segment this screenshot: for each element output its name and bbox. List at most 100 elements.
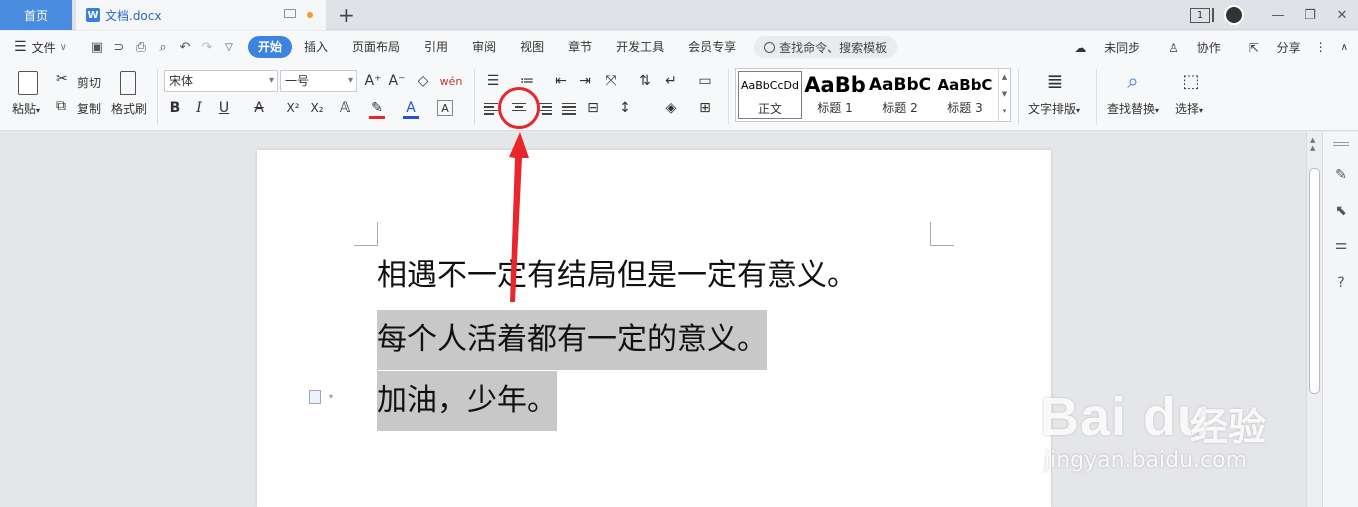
customize-icon[interactable]: ▽ <box>218 37 240 57</box>
bold-button[interactable]: B <box>164 97 186 119</box>
sync-status-button[interactable]: ☁ 未同步 <box>1060 39 1140 56</box>
find-replace-button[interactable]: 查找替换▾ <box>1107 100 1159 117</box>
output-icon[interactable]: ⊃ <box>108 37 130 57</box>
window-controls: 1 — ❐ ✕ <box>1190 0 1358 30</box>
subscript-button[interactable]: X₂ <box>306 97 328 119</box>
paragraph-line-3-selected[interactable]: 加油，少年。 <box>377 371 557 431</box>
style-normal[interactable]: AaBbCcDd 正文 <box>738 71 802 119</box>
redo-icon[interactable]: ↷ <box>196 37 218 57</box>
cursor-icon[interactable]: ⬉ <box>1332 202 1350 220</box>
menu-right-actions: ☁ 未同步 ♙ 协作 ⇱ 分享 ⋮ ∧ <box>1046 31 1348 63</box>
save-icon[interactable]: ▣ <box>86 37 108 57</box>
print-icon[interactable]: ⎙ <box>130 37 152 57</box>
italic-button[interactable]: I <box>188 97 210 119</box>
help-icon[interactable]: ? <box>1332 274 1350 292</box>
sliders-icon[interactable]: ⚌ <box>1332 236 1350 254</box>
text-layout-icon[interactable]: ≣ <box>1044 69 1066 93</box>
scrollbar-thumb[interactable] <box>1309 168 1320 394</box>
shading-icon[interactable]: ◈ <box>660 97 682 119</box>
font-name-select[interactable]: 宋体 <box>164 70 278 92</box>
cut-button[interactable]: 剪切 <box>77 74 101 91</box>
tab-page-layout[interactable]: 页面布局 <box>340 36 412 58</box>
table-border-icon[interactable]: ▭ <box>694 70 716 92</box>
style-preview: AaBbC <box>868 75 932 95</box>
command-search-placeholder: 查找命令、搜索模板 <box>779 40 888 55</box>
minimize-button[interactable]: — <box>1262 0 1294 30</box>
chinese-layout-icon[interactable]: ⤧ <box>600 70 622 92</box>
distributed-align-icon[interactable]: ⊟ <box>582 97 604 119</box>
monitor-icon[interactable] <box>284 9 296 18</box>
grow-font-icon[interactable]: A⁺ <box>362 70 384 92</box>
close-button[interactable]: ✕ <box>1326 0 1358 30</box>
copy-button[interactable]: 复制 <box>77 100 101 117</box>
sort-icon[interactable]: ⇅ <box>634 70 656 92</box>
tab-developer[interactable]: 开发工具 <box>604 36 676 58</box>
paste-button[interactable]: 粘贴▾ <box>12 100 40 117</box>
hamburger-icon: ☰ <box>14 39 27 55</box>
page-count-badge[interactable]: 1 <box>1190 7 1210 23</box>
line-spacing-icon[interactable]: ↕ <box>614 97 636 119</box>
char-border-button[interactable]: A <box>437 100 453 116</box>
command-search-box[interactable]: 查找命令、搜索模板 <box>754 36 898 58</box>
shrink-font-icon[interactable]: A⁻ <box>386 70 408 92</box>
style-heading-3[interactable]: AaBbC 标题 3 <box>933 71 997 119</box>
restore-button[interactable]: ❐ <box>1294 0 1326 30</box>
paragraph-line-1[interactable]: 相遇不一定有结局但是一定有意义。 <box>377 246 857 306</box>
format-painter-icon[interactable] <box>120 71 136 95</box>
superscript-button[interactable]: X² <box>282 97 304 119</box>
styles-scroll[interactable]: ▲ ▼ ▾ <box>998 69 1010 121</box>
tab-sections[interactable]: 章节 <box>556 36 604 58</box>
paragraph-layout-icon[interactable] <box>309 390 321 404</box>
style-preview: AaBbCcDd <box>741 79 799 92</box>
text-layout-button[interactable]: 文字排版▾ <box>1028 100 1080 117</box>
tab-start[interactable]: 开始 <box>248 36 293 58</box>
clear-format-icon[interactable]: ◇ <box>412 70 434 92</box>
font-size-select[interactable]: 一号 <box>280 70 357 92</box>
collapse-ribbon-icon[interactable]: ∧ <box>1341 42 1348 53</box>
document-page[interactable]: 相遇不一定有结局但是一定有意义。 每个人活着都有一定的意义。 加油，少年。 ▾ <box>257 150 1051 507</box>
paste-icon[interactable] <box>18 71 38 95</box>
tab-view[interactable]: 视图 <box>508 36 556 58</box>
borders-icon[interactable]: ⊞ <box>694 97 716 119</box>
bullet-list-icon[interactable]: ☰ <box>482 70 504 92</box>
paragraph-layout-dropdown-icon[interactable]: ▾ <box>329 392 333 401</box>
vertical-scrollbar[interactable]: ▲ ▲ <box>1306 132 1322 507</box>
scroll-up-icon[interactable]: ▲ ▲ <box>1310 136 1315 152</box>
increase-indent-icon[interactable]: ⇥ <box>574 70 596 92</box>
separator <box>474 69 475 125</box>
tab-review[interactable]: 审阅 <box>460 36 508 58</box>
style-label: 标题 1 <box>817 101 853 115</box>
print-preview-icon[interactable]: ⌕ <box>152 37 174 57</box>
undo-icon[interactable]: ↶ <box>174 37 196 57</box>
show-marks-icon[interactable]: ↵ <box>660 70 682 92</box>
tab-references[interactable]: 引用 <box>412 36 460 58</box>
collaborate-button[interactable]: ♙ 协作 <box>1154 39 1221 56</box>
underline-button[interactable]: U <box>213 97 235 119</box>
pen-icon[interactable]: ✎ <box>1332 166 1350 184</box>
justify-button[interactable] <box>558 97 580 119</box>
select-cursor-icon[interactable]: ⬚ <box>1180 70 1202 92</box>
tab-home[interactable]: 首页 <box>0 0 72 30</box>
style-heading-1[interactable]: AaBb 标题 1 <box>803 71 867 119</box>
pinyin-guide-icon[interactable]: wén <box>436 70 466 92</box>
user-avatar[interactable] <box>1224 5 1244 25</box>
tab-insert[interactable]: 插入 <box>292 36 340 58</box>
share-button[interactable]: ⇱ 分享 <box>1235 39 1301 56</box>
format-painter-button[interactable]: 格式刷 <box>111 100 147 117</box>
file-menu-button[interactable]: ☰ 文件 ∨ <box>0 39 86 56</box>
scissors-icon[interactable]: ✂ <box>56 71 68 87</box>
select-button[interactable]: 选择▾ <box>1175 100 1203 117</box>
style-heading-2[interactable]: AaBbC 标题 2 <box>868 71 932 119</box>
more-options-icon[interactable]: ⋮ <box>1315 40 1327 54</box>
copy-icon[interactable]: ⧉ <box>56 98 66 114</box>
new-tab-button[interactable]: + <box>338 3 355 27</box>
tab-membership[interactable]: 会员专享 <box>676 36 748 58</box>
tab-document[interactable]: W 文档.docx <box>76 0 326 30</box>
strikethrough-button[interactable]: A <box>248 97 270 119</box>
paragraph-line-2-selected[interactable]: 每个人活着都有一定的意义。 <box>377 310 767 370</box>
text-effect-button[interactable]: 𝔸 <box>334 97 356 119</box>
baidu-logo: Bai du <box>1040 387 1212 447</box>
decrease-indent-icon[interactable]: ⇤ <box>550 70 572 92</box>
separator <box>1018 69 1019 125</box>
magnifier-icon[interactable]: ⌕ <box>1122 69 1144 93</box>
